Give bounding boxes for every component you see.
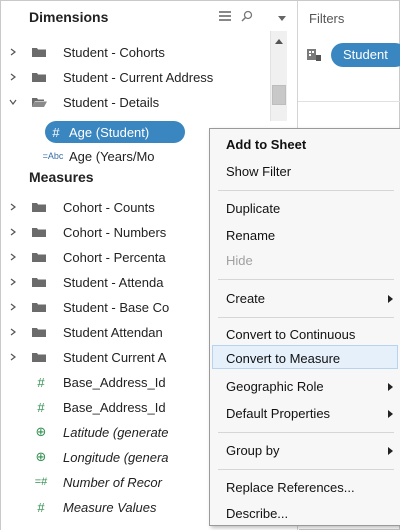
dimension-folder-student-current-address[interactable]: Student - Current Address [1,66,269,88]
folder-label: Student Current A [63,349,167,365]
field-label: Age (Student) [69,124,150,140]
chevron-right-icon[interactable] [9,73,17,81]
calculated-measure-icon: =# [34,476,48,488]
search-icon[interactable] [238,9,256,23]
dimensions-header-icons [216,9,256,23]
pane-menu-dropdown-icon[interactable] [278,16,286,21]
menu-separator [218,432,394,433]
submenu-arrow-icon [388,410,393,418]
folder-icon [31,351,47,363]
chevron-right-icon[interactable] [9,303,17,311]
folder-icon [31,251,47,263]
chevron-right-icon[interactable] [9,253,17,261]
scroll-up-arrow-icon[interactable] [275,39,283,44]
measure-number-icon: # [37,499,45,515]
dimensions-title: Dimensions [29,9,109,25]
field-label: Measure Values [63,499,157,515]
globe-icon: ⊕ [35,449,47,464]
field-label: Longitude (genera [63,449,169,465]
menu-item-default-properties[interactable]: Default Properties [226,406,330,421]
folder-label: Cohort - Counts [63,199,155,215]
folder-label: Student - Attenda [63,274,164,290]
chevron-right-icon[interactable] [9,328,17,336]
filter-field-icon [306,47,322,63]
scroll-thumb[interactable] [272,85,286,105]
measures-title: Measures [29,169,94,185]
menu-item-replace-references[interactable]: Replace References... [226,480,355,495]
menu-separator [218,190,394,191]
menu-item-convert-to-continuous[interactable]: Convert to Continuous [226,327,355,342]
menu-item-geographic-role[interactable]: Geographic Role [226,379,324,394]
folder-icon [31,46,47,58]
menu-item-duplicate[interactable]: Duplicate [226,201,280,216]
field-label: Base_Address_Id [63,399,166,415]
field-label: Number of Recor [63,474,162,490]
menu-separator [218,279,394,280]
folder-icon [31,276,47,288]
folder-label: Cohort - Percenta [63,249,166,265]
list-view-icon[interactable] [216,9,234,23]
string-dimension-icon: =Abc [42,151,64,161]
folder-label: Student - Details [63,94,160,110]
folder-icon [31,226,47,238]
tableau-window: Dimensions Student - Cohorts Student - C… [0,0,400,530]
menu-item-rename[interactable]: Rename [226,228,275,243]
folder-label: Cohort - Numbers [63,224,167,240]
data-pane-scrollbar[interactable] [270,31,287,121]
submenu-arrow-icon [388,383,393,391]
menu-separator [218,317,394,318]
measure-number-icon: # [52,124,60,140]
chevron-down-icon[interactable] [9,98,17,106]
chevron-right-icon[interactable] [9,48,17,56]
submenu-arrow-icon [388,447,393,455]
field-label: Latitude (generate [63,424,169,440]
folder-label: Student - Current Address [63,69,214,85]
globe-icon: ⊕ [35,424,47,439]
menu-item-create[interactable]: Create [226,291,265,306]
folder-icon [31,201,47,213]
filters-shelf-title: Filters [309,11,345,26]
chevron-right-icon[interactable] [9,353,17,361]
field-context-menu: Add to Sheet Show Filter Duplicate Renam… [209,128,400,526]
folder-open-icon [31,96,47,108]
dimension-folder-student-details[interactable]: Student - Details [1,91,269,113]
filter-pill-student[interactable]: Student [331,43,400,67]
measure-number-icon: # [37,399,45,415]
folder-icon [31,326,47,338]
menu-item-describe[interactable]: Describe... [226,506,288,521]
dimension-folder-student-cohorts[interactable]: Student - Cohorts [1,41,269,63]
measure-number-icon: # [37,374,45,390]
folder-label: Student Attendan [63,324,163,340]
folder-icon [31,71,47,83]
field-label: Base_Address_Id [63,374,166,390]
chevron-right-icon[interactable] [9,228,17,236]
menu-item-show-filter[interactable]: Show Filter [226,164,291,179]
menu-item-hide: Hide [226,253,253,268]
menu-item-group-by[interactable]: Group by [226,443,279,458]
field-label: Age (Years/Mo [69,148,155,164]
menu-item-add-to-sheet[interactable]: Add to Sheet [226,137,306,152]
folder-label: Student - Cohorts [63,44,165,60]
folder-label: Student - Base Co [63,299,170,315]
menu-item-convert-to-measure[interactable]: Convert to Measure [226,351,340,366]
chevron-right-icon[interactable] [9,278,17,286]
shelf-divider [298,101,400,102]
submenu-arrow-icon [388,295,393,303]
folder-icon [31,301,47,313]
chevron-right-icon[interactable] [9,203,17,211]
menu-separator [218,469,394,470]
